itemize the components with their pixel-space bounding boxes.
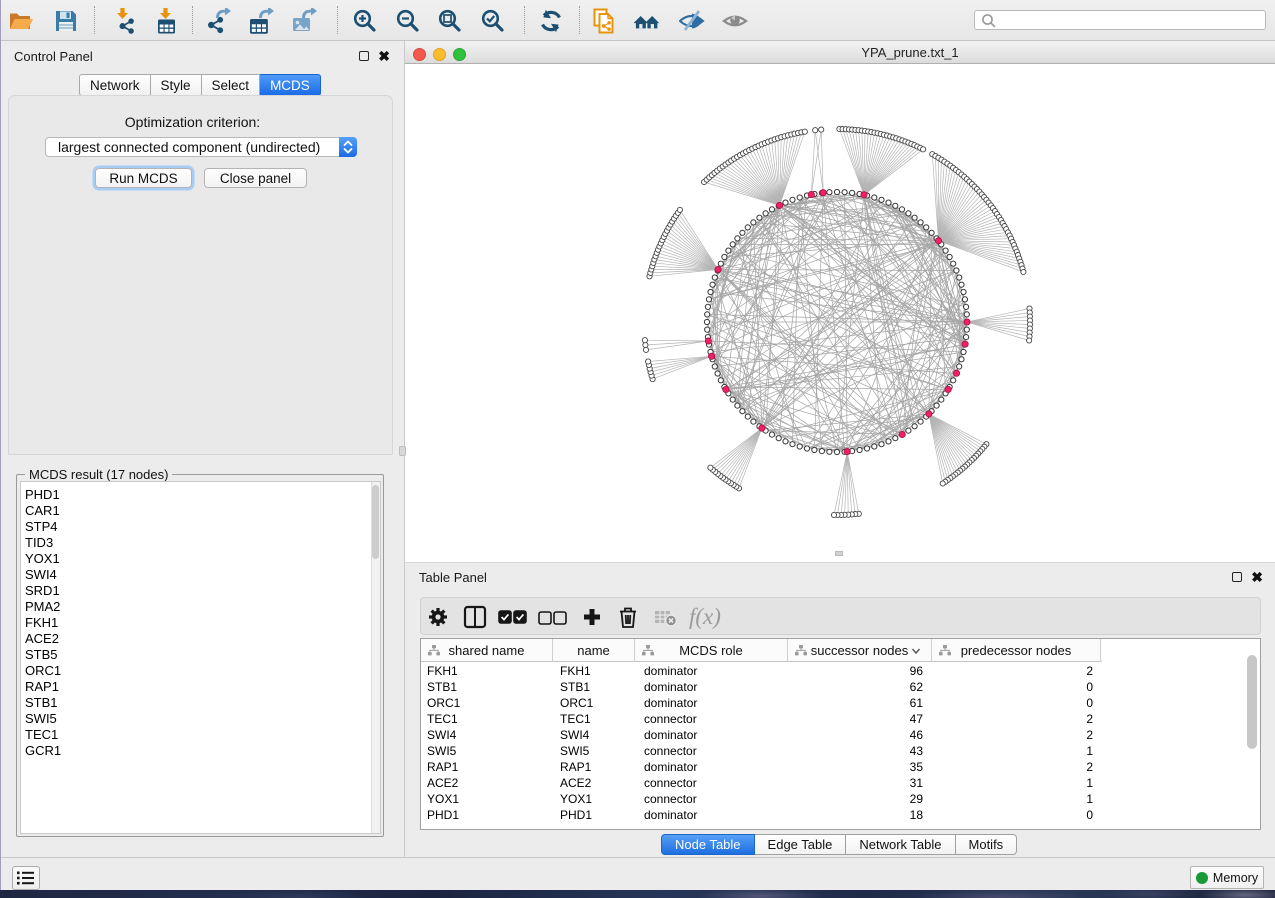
svg-text:f(x): f(x) [689, 604, 721, 629]
